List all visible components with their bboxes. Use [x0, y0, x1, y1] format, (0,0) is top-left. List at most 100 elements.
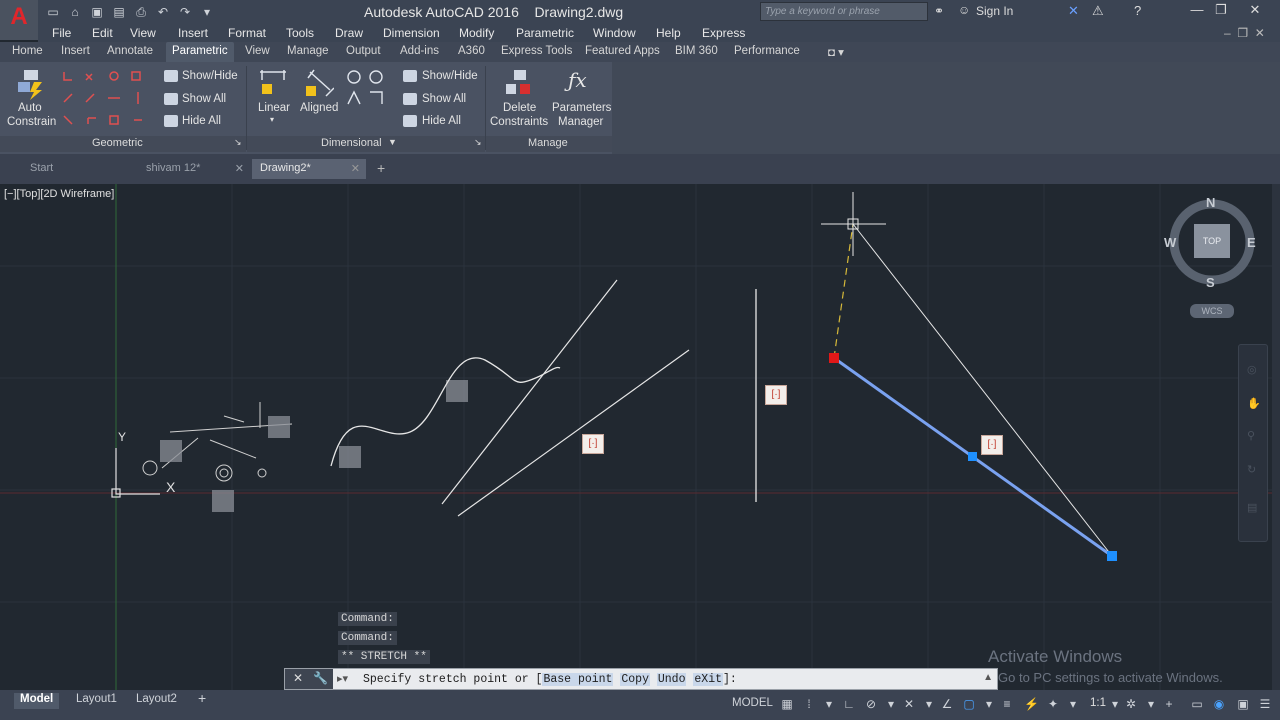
- user-icon[interactable]: ☺: [958, 3, 970, 17]
- menu-tools[interactable]: Tools: [286, 26, 314, 40]
- dropdown-icon[interactable]: ▾: [1144, 697, 1158, 711]
- endpoint-grip[interactable]: [1107, 551, 1117, 561]
- tab-featured-apps[interactable]: Featured Apps: [585, 45, 660, 57]
- hot-grip[interactable]: [829, 353, 839, 363]
- dropdown-icon[interactable]: ▾: [922, 697, 936, 711]
- close-command-line-icon[interactable]: ✕: [293, 671, 303, 685]
- tab-insert[interactable]: Insert: [61, 45, 90, 57]
- a360-icon[interactable]: ⚠: [1092, 3, 1104, 19]
- add-layout-icon[interactable]: +: [192, 690, 212, 706]
- tab-start[interactable]: Start: [22, 159, 132, 179]
- viewport-controls[interactable]: [−][Top][2D Wireframe]: [4, 188, 114, 200]
- object-snap-icon[interactable]: ▢: [962, 697, 976, 711]
- selection-cycling-icon[interactable]: ✦: [1046, 697, 1060, 711]
- dropdown-icon[interactable]: ▾: [982, 697, 996, 711]
- app-menu-button[interactable]: A: [0, 0, 38, 40]
- wcs-menu[interactable]: WCS: [1190, 304, 1234, 318]
- tab-manage[interactable]: Manage: [287, 45, 329, 57]
- constraint-marker-icon[interactable]: [·]: [981, 435, 1003, 455]
- close-button[interactable]: ✕: [1240, 2, 1270, 20]
- tab-express-tools[interactable]: Express Tools: [501, 45, 572, 57]
- tab-home[interactable]: Home: [12, 45, 43, 57]
- option-copy[interactable]: Copy: [620, 673, 650, 686]
- menu-draw[interactable]: Draw: [335, 26, 363, 40]
- binoculars-icon[interactable]: ⚭: [934, 4, 944, 18]
- option-base-point[interactable]: Base point: [542, 673, 614, 686]
- menu-parametric[interactable]: Parametric: [516, 26, 574, 40]
- tab-shivam[interactable]: shivam 12* ✕: [138, 159, 250, 179]
- dimensional-dropdown-icon[interactable]: ▼: [388, 137, 397, 147]
- clean-screen-icon[interactable]: ▣: [1236, 697, 1250, 711]
- dimensional-expand-icon[interactable]: ↘: [474, 137, 482, 148]
- lineweight-icon[interactable]: ≡: [1000, 697, 1014, 711]
- isodraft-icon[interactable]: ✕: [902, 697, 916, 711]
- new-icon[interactable]: ▭: [44, 4, 62, 20]
- menu-help[interactable]: Help: [656, 26, 681, 40]
- tab-drawing2[interactable]: Drawing2* ✕: [252, 159, 366, 179]
- menu-edit[interactable]: Edit: [92, 26, 113, 40]
- constraint-marker-icon[interactable]: [·]: [765, 385, 787, 405]
- tab-performance[interactable]: Performance: [734, 45, 800, 57]
- maximize-button[interactable]: ❐: [1206, 2, 1236, 20]
- snap-icon[interactable]: ⁞: [802, 697, 816, 711]
- menu-express[interactable]: Express: [702, 26, 745, 40]
- pan-icon[interactable]: ✋: [1247, 397, 1261, 410]
- customize-icon[interactable]: 🔧: [313, 671, 328, 685]
- tab-parametric[interactable]: Parametric: [166, 42, 234, 62]
- annotation-monitor-icon[interactable]: +: [1162, 697, 1176, 711]
- linear-dropdown-icon[interactable]: ▾: [270, 115, 274, 124]
- grid-icon[interactable]: ▦: [780, 697, 794, 711]
- orbit-icon[interactable]: ↻: [1247, 463, 1256, 476]
- navigation-bar[interactable]: ◎ ✋ ⚲ ↻ ▤: [1238, 344, 1268, 542]
- close-tab-icon[interactable]: ✕: [351, 162, 360, 175]
- dropdown-icon[interactable]: ▾: [198, 4, 216, 20]
- ribbon-options-icon[interactable]: ◘ ▾: [828, 45, 844, 59]
- menu-dimension[interactable]: Dimension: [383, 26, 440, 40]
- menu-view[interactable]: View: [130, 26, 156, 40]
- sign-in-link[interactable]: Sign In: [976, 4, 1013, 18]
- midpoint-grip[interactable]: [968, 452, 977, 461]
- tab-view[interactable]: View: [245, 45, 270, 57]
- compass-east[interactable]: E: [1247, 235, 1256, 250]
- option-exit[interactable]: eXit: [693, 673, 723, 686]
- save-as-icon[interactable]: ▤: [110, 4, 128, 20]
- menu-format[interactable]: Format: [228, 26, 266, 40]
- ortho-icon[interactable]: ∟: [842, 697, 856, 711]
- command-history-toggle-icon[interactable]: ▲: [983, 672, 993, 683]
- tab-bim-360[interactable]: BIM 360: [675, 45, 718, 57]
- constraint-marker-icon[interactable]: [·]: [582, 434, 604, 454]
- compass-north[interactable]: N: [1206, 195, 1215, 210]
- dropdown-icon[interactable]: ▾: [1108, 697, 1122, 711]
- menu-window[interactable]: Window: [593, 26, 636, 40]
- dynamic-ucs-icon[interactable]: ⚡: [1024, 697, 1039, 711]
- zoom-icon[interactable]: ⚲: [1247, 429, 1255, 442]
- tab-a360[interactable]: A360: [458, 45, 485, 57]
- exchange-icon[interactable]: ✕: [1068, 3, 1079, 19]
- tab-add-ins[interactable]: Add-ins: [400, 45, 439, 57]
- command-line[interactable]: ✕ 🔧 ▸▾ Specify stretch point or [Base po…: [284, 668, 998, 690]
- print-icon[interactable]: ⎙: [132, 4, 150, 20]
- option-undo[interactable]: Undo: [656, 673, 687, 686]
- tab-annotate[interactable]: Annotate: [107, 45, 153, 57]
- menu-file[interactable]: File: [52, 26, 71, 40]
- tab-output[interactable]: Output: [346, 45, 381, 57]
- menu-insert[interactable]: Insert: [178, 26, 208, 40]
- compass-west[interactable]: W: [1164, 235, 1176, 250]
- tab-layout1[interactable]: Layout1: [70, 693, 123, 705]
- save-icon[interactable]: ▣: [88, 4, 106, 20]
- tab-model[interactable]: Model: [14, 693, 60, 709]
- dropdown-icon[interactable]: ▾: [822, 697, 836, 711]
- units-icon[interactable]: ▭: [1190, 697, 1204, 711]
- polar-icon[interactable]: ⊘: [864, 697, 878, 711]
- redo-icon[interactable]: ↷: [176, 4, 194, 20]
- model-space-toggle[interactable]: MODEL: [726, 697, 779, 709]
- menu-modify[interactable]: Modify: [459, 26, 494, 40]
- search-input[interactable]: Type a keyword or phrase: [760, 2, 928, 21]
- workspace-icon[interactable]: ✲: [1124, 697, 1138, 711]
- vertical-scrollbar[interactable]: [1272, 184, 1280, 690]
- object-snap-tracking-icon[interactable]: ∠: [940, 697, 954, 711]
- tab-layout2[interactable]: Layout2: [130, 693, 183, 705]
- geometric-expand-icon[interactable]: ↘: [234, 137, 242, 148]
- steering-wheel-icon[interactable]: ◎: [1247, 363, 1257, 376]
- close-tab-icon[interactable]: ✕: [235, 162, 244, 175]
